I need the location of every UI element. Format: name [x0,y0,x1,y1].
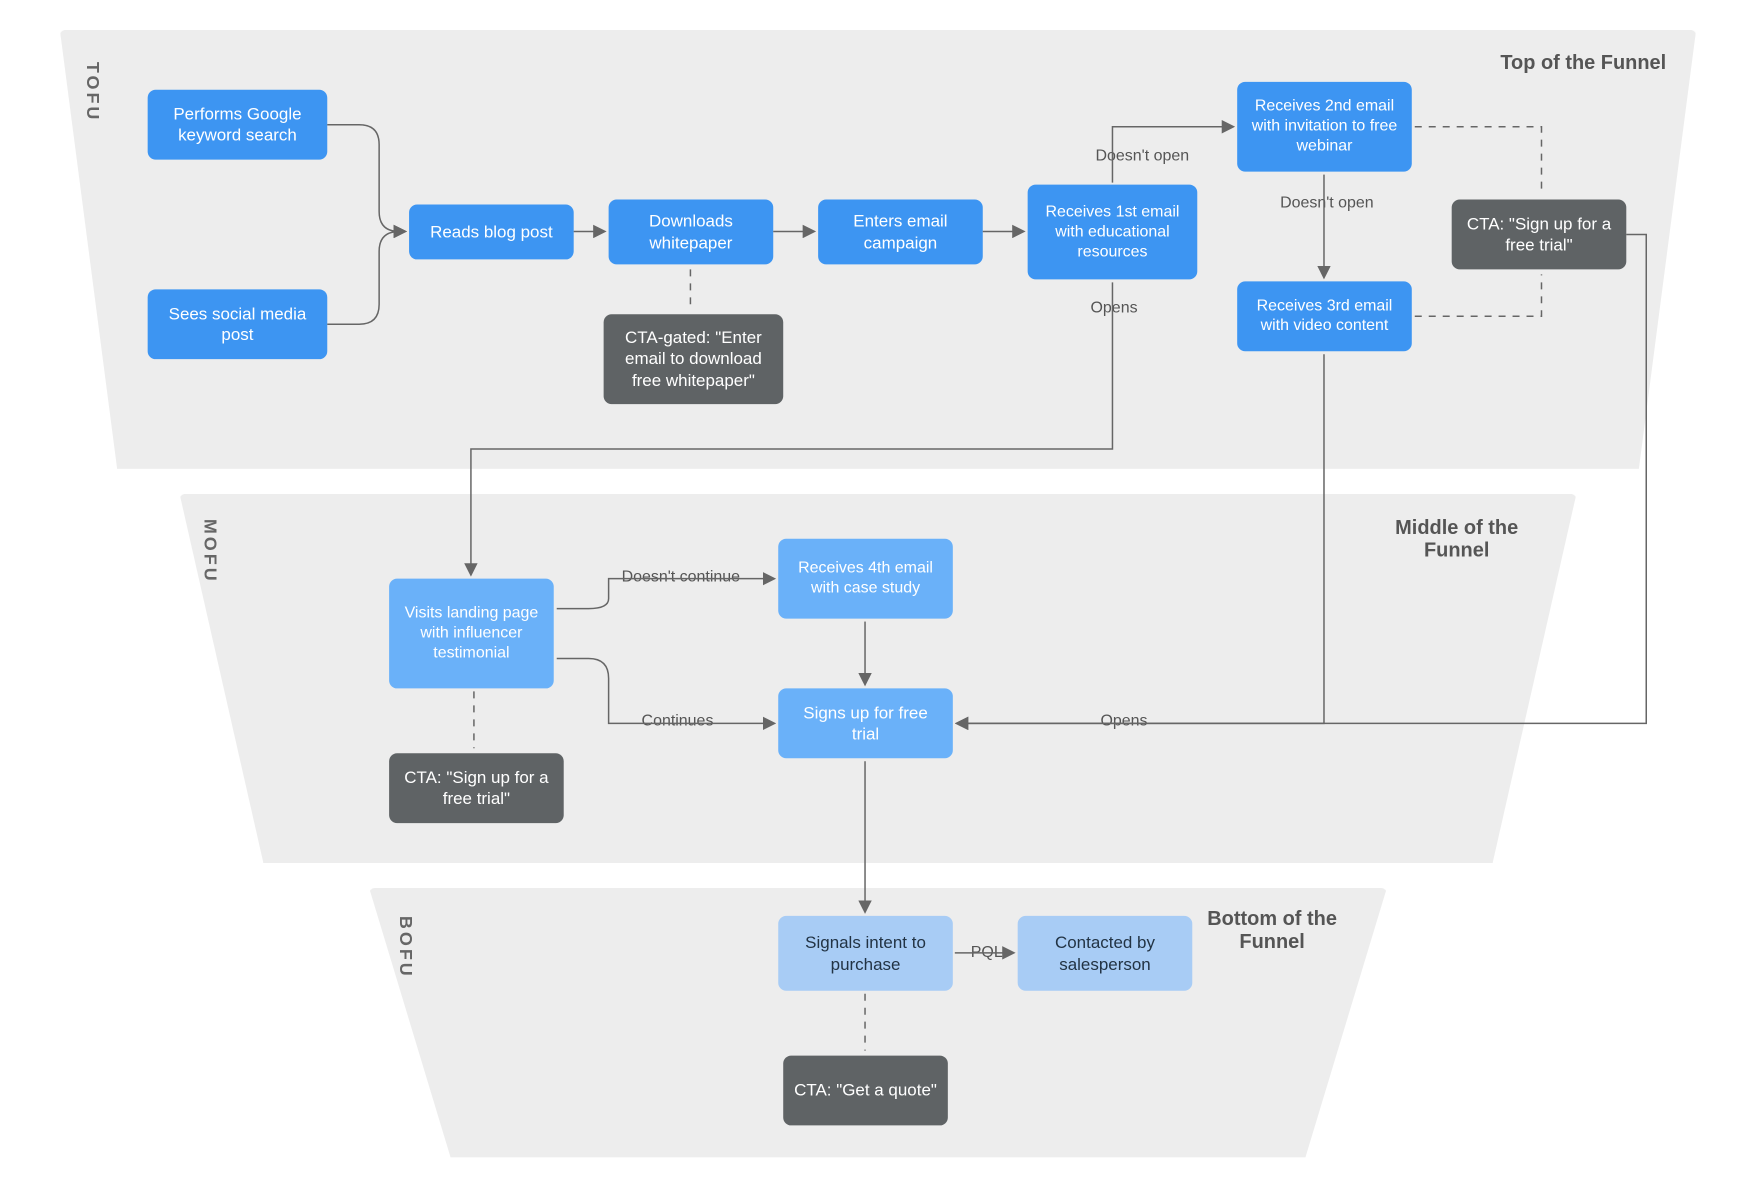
node-cta-trial-mid: CTA: "Sign up for a free trial" [389,753,564,823]
edge-label-doesnt-open-2: Doesn't open [1277,195,1377,213]
node-enters-campaign: Enters email campaign [818,200,983,265]
node-reads-blog: Reads blog post [409,205,574,260]
node-cta-trial-top: CTA: "Sign up for a free trial" [1452,200,1627,270]
node-email-3: Receives 3rd email with video content [1237,281,1412,351]
node-email-1: Receives 1st email with educational reso… [1028,185,1198,280]
node-signup: Signs up for free trial [778,688,953,758]
node-cta-quote: CTA: "Get a quote" [783,1056,948,1126]
zone-tofu-tag: TOFU [82,62,103,123]
node-downloads-wp: Downloads whitepaper [609,200,774,265]
node-landing: Visits landing page with influencer test… [389,579,554,689]
node-intent: Signals intent to purchase [778,916,953,991]
edge-label-doesnt-open-1: Doesn't open [1093,148,1193,166]
zone-mofu-title: Middle of the Funnel [1362,517,1552,563]
edge-label-opens-2: Opens [1098,712,1151,730]
node-email-2: Receives 2nd email with invitation to fr… [1237,82,1412,172]
edge-label-doesnt-continue: Doesn't continue [619,569,743,587]
zone-bofu-title: Bottom of the Funnel [1177,908,1367,954]
edge-label-pql: PQL [968,944,1006,962]
node-social-post: Sees social media post [148,289,328,359]
edge-label-opens-1: Opens [1088,299,1141,317]
node-google-search: Performs Google keyword search [148,90,328,160]
zone-bofu-tag: BOFU [395,916,416,979]
node-contacted: Contacted by salesperson [1018,916,1193,991]
edge-label-continues: Continues [639,712,717,730]
zone-mofu-tag: MOFU [200,519,221,584]
zone-tofu-title: Top of the Funnel [1500,52,1666,75]
node-cta-whitepaper: CTA-gated: "Enter email to download free… [604,314,784,404]
node-email-4: Receives 4th email with case study [778,539,953,619]
